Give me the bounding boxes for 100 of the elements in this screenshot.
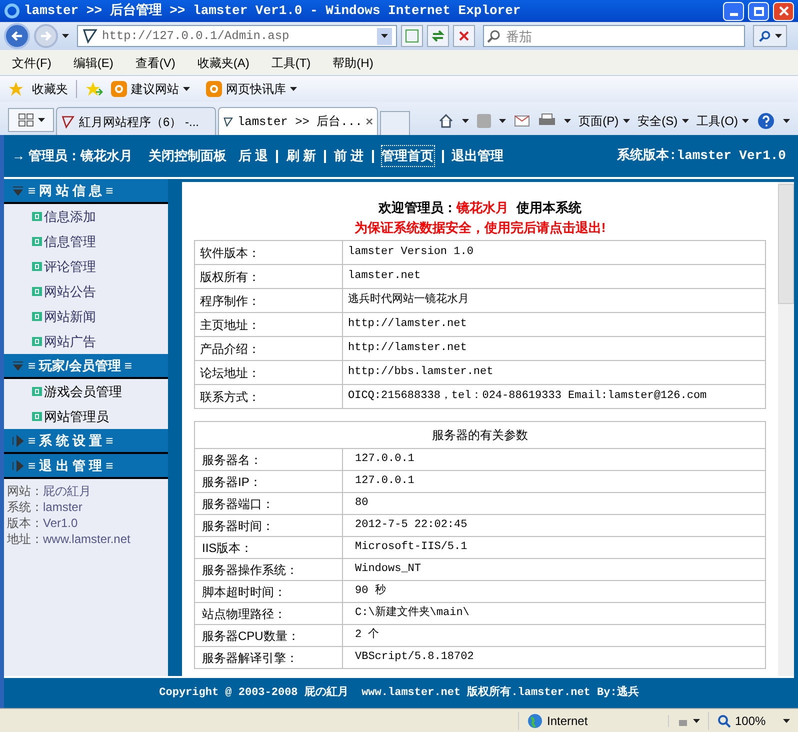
caret-icon[interactable] [783,718,790,722]
command-menu[interactable]: 页面(P) [578,112,619,130]
browser-tab[interactable]: 紅月网站程序（6） -... [56,107,216,135]
sidebar-link[interactable]: 网站广告 [44,332,96,352]
nav-link[interactable]: 前 进 [334,146,364,166]
minimize-button[interactable] [723,2,744,20]
address-field[interactable]: http://127.0.0.1/Admin.asp [77,25,397,47]
nav-link[interactable]: 刷 新 [286,146,316,166]
item-icon [32,287,42,296]
nav-link[interactable]: 管理首页 [382,146,434,166]
section-header[interactable]: ≡ 退 出 管 理 ≡ [4,454,168,479]
caret-icon[interactable] [290,87,297,91]
scrollbar[interactable] [778,182,794,676]
close-button[interactable] [773,2,794,20]
search-icon[interactable] [758,30,770,42]
page-icon [223,114,234,128]
sidebar-link[interactable]: 网站新闻 [44,306,96,326]
sidebar-link[interactable]: 信息添加 [44,206,96,226]
refresh-icon[interactable] [431,29,445,43]
nav-link[interactable]: 关闭控制面板 [148,146,227,166]
add-favorite-icon[interactable] [85,81,103,97]
zoom-icon[interactable] [717,714,731,728]
caret-icon[interactable] [682,119,689,123]
sidebar-link[interactable]: 评论管理 [44,256,96,276]
refresh-button[interactable] [427,25,449,47]
section-header[interactable]: ≡ 系 统 设 置 ≡ [4,429,168,454]
home-icon[interactable] [438,113,454,129]
back-button[interactable] [4,23,30,49]
menu-item[interactable]: 查看(V) [135,54,176,72]
favorite-link[interactable]: 建议网站 [131,80,179,98]
section-header[interactable]: ≡ 玩家/会员管理 ≡ [4,354,168,379]
favorite-link[interactable]: 网页快讯库 [226,80,286,98]
caret-icon[interactable] [498,119,506,123]
caret-icon[interactable] [462,119,469,123]
stop-button[interactable] [453,25,475,47]
menu-item[interactable]: 帮助(H) [332,54,374,72]
expand-icon[interactable] [12,460,24,472]
caret-icon[interactable] [693,718,700,722]
expand-icon[interactable] [12,434,24,446]
menu-item[interactable]: 编辑(E) [73,54,114,72]
browser-tab[interactable]: lamster >> 后台... [218,107,378,135]
mail-icon[interactable] [514,115,530,127]
value-cell: http://lamster.net [342,336,766,360]
info-label: 地址： [7,531,43,547]
sidebar-link[interactable]: 网站管理员 [44,406,109,426]
label-cell: 软件版本： [194,240,342,264]
nav-link[interactable]: → 管理员：镜花水月 [12,146,133,166]
menu-item[interactable]: 文件(F) [12,54,52,72]
section-title: ≡ 系 统 设 置 ≡ [28,432,114,450]
section-header[interactable]: ≡ 网 站 信 息 ≡ [4,179,168,204]
quick-tabs-button[interactable] [8,108,54,132]
value-cell: http://lamster.net [342,312,766,336]
value-cell: lamster Version 1.0 [342,240,766,264]
window-title: lamster >> 后台管理 >> lamster Ver1.0 - Windows Internet Explorer [24,2,521,20]
menu-item[interactable]: 收藏夹(A) [197,54,250,72]
sidebar-link[interactable]: 网站公告 [44,282,96,302]
compatibility-button[interactable] [401,25,423,47]
collapse-icon[interactable] [12,184,24,196]
item-icon [32,262,42,271]
caret-icon[interactable] [564,119,571,123]
caret-icon[interactable] [783,119,790,123]
value-cell: C:\新建文件夹\main\ [342,602,766,624]
command-menu[interactable]: 安全(S) [638,112,678,130]
info-value: 屁の紅月 [43,483,91,499]
search-button[interactable] [753,25,787,47]
zoom-level[interactable]: 100% [735,712,766,730]
nav-link[interactable]: 退出管理 [452,146,504,166]
info-label: 版本： [7,515,43,531]
picture-icon[interactable] [405,29,419,43]
value-cell: http://bbs.lamster.net [342,360,766,384]
collapse-icon[interactable] [12,360,24,372]
search-field[interactable]: 番茄 [483,25,745,47]
caret-icon[interactable] [622,119,630,123]
maximize-button[interactable] [748,2,769,20]
sidebar-link[interactable]: 信息管理 [44,232,96,252]
menu-item[interactable]: 工具(T) [271,54,311,72]
stop-icon[interactable] [458,30,470,42]
command-menu[interactable]: 工具(O) [696,112,738,130]
caret-icon[interactable] [62,34,69,38]
zone-label: Internet [547,712,588,730]
caret-icon[interactable] [38,118,44,122]
value-cell: 127.0.0.1 [342,448,766,470]
caret-icon[interactable] [183,87,190,91]
item-icon [32,337,42,346]
sidebar-link[interactable]: 游戏会员管理 [44,382,122,402]
nav-link[interactable]: 后 退 [238,146,268,166]
close-icon[interactable] [366,117,373,126]
caret-icon[interactable] [774,34,782,38]
grid-icon[interactable] [18,113,34,127]
label-cell: 联系方式： [194,384,342,408]
help-icon[interactable] [757,112,775,130]
favorites-button[interactable]: 收藏夹 [32,80,68,98]
back-arrow-icon[interactable] [11,30,23,42]
label-cell: 服务器IP： [194,470,342,492]
value-cell: 2 个 [342,624,766,646]
dropdown-button[interactable] [377,28,392,44]
section-title: ≡ 退 出 管 理 ≡ [28,456,114,475]
label-cell: 服务器时间： [194,514,342,536]
caret-icon[interactable] [381,34,388,38]
caret-icon[interactable] [742,119,749,123]
